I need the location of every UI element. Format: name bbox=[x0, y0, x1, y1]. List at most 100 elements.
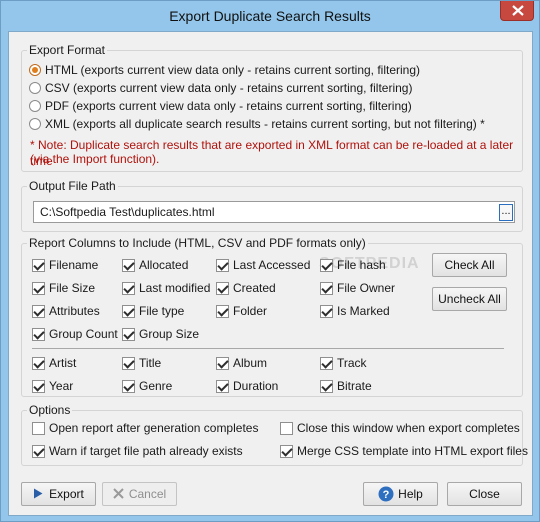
radio-xml-indicator[interactable] bbox=[29, 118, 41, 130]
x-icon bbox=[113, 488, 124, 499]
col-title[interactable]: Title bbox=[122, 356, 161, 370]
col-genre-label: Genre bbox=[139, 379, 173, 393]
col-created-checkbox[interactable] bbox=[216, 281, 229, 295]
export-button-label: Export bbox=[49, 487, 84, 501]
col-bitrate-checkbox[interactable] bbox=[320, 379, 333, 393]
col-filename-checkbox[interactable] bbox=[32, 258, 45, 272]
radio-csv-indicator[interactable] bbox=[29, 82, 41, 94]
col-file-hash-checkbox[interactable] bbox=[320, 258, 333, 272]
col-file-size[interactable]: File Size bbox=[32, 281, 95, 295]
col-created-label: Created bbox=[233, 281, 276, 295]
col-group-size[interactable]: Group Size bbox=[122, 327, 199, 341]
output-file-label: Output File Path bbox=[27, 179, 118, 193]
help-button-label: Help bbox=[398, 487, 423, 501]
col-title-label: Title bbox=[139, 356, 162, 370]
col-duration[interactable]: Duration bbox=[216, 379, 278, 393]
opt-warn-exists-label: Warn if target file path already exists bbox=[49, 444, 243, 458]
output-file-path-input[interactable]: C:\Softpedia Test\duplicates.html ... bbox=[33, 201, 515, 223]
radio-xml[interactable]: XML (exports all duplicate search result… bbox=[29, 117, 485, 131]
uncheck-all-button[interactable]: Uncheck All bbox=[432, 287, 507, 311]
opt-warn-exists-checkbox[interactable] bbox=[32, 444, 45, 458]
col-file-owner-label: File Owner bbox=[337, 281, 396, 295]
col-artist[interactable]: Artist bbox=[32, 356, 76, 370]
col-file-type[interactable]: File type bbox=[122, 304, 184, 318]
col-file-hash[interactable]: File hash bbox=[320, 258, 386, 272]
help-button[interactable]: ? Help bbox=[363, 482, 438, 506]
browse-button[interactable]: ... bbox=[499, 204, 513, 221]
col-track[interactable]: Track bbox=[320, 356, 367, 370]
col-bitrate[interactable]: Bitrate bbox=[320, 379, 372, 393]
col-group-size-label: Group Size bbox=[139, 327, 200, 341]
col-duration-label: Duration bbox=[233, 379, 279, 393]
opt-open-report-label: Open report after generation completes bbox=[49, 421, 259, 435]
opt-merge-css-checkbox[interactable] bbox=[280, 444, 293, 458]
col-is-marked-checkbox[interactable] bbox=[320, 304, 333, 318]
col-is-marked-label: Is Marked bbox=[337, 304, 390, 318]
col-year-checkbox[interactable] bbox=[32, 379, 45, 393]
opt-close-window[interactable]: Close this window when export completes bbox=[280, 421, 520, 435]
cancel-button[interactable]: Cancel bbox=[102, 482, 177, 506]
col-allocated[interactable]: Allocated bbox=[122, 258, 188, 272]
col-last-accessed[interactable]: Last Accessed bbox=[216, 258, 310, 272]
dialog-window: Export Duplicate Search Results Export F… bbox=[0, 0, 540, 522]
col-file-hash-label: File hash bbox=[337, 258, 386, 272]
col-file-owner-checkbox[interactable] bbox=[320, 281, 333, 295]
col-attributes[interactable]: Attributes bbox=[32, 304, 100, 318]
col-last-modified-checkbox[interactable] bbox=[122, 281, 135, 295]
col-last-accessed-checkbox[interactable] bbox=[216, 258, 229, 272]
col-title-checkbox[interactable] bbox=[122, 356, 135, 370]
close-button[interactable]: Close bbox=[447, 482, 522, 506]
col-created[interactable]: Created bbox=[216, 281, 276, 295]
col-album[interactable]: Album bbox=[216, 356, 267, 370]
col-file-type-checkbox[interactable] bbox=[122, 304, 135, 318]
radio-html[interactable]: HTML (exports current view data only - r… bbox=[29, 63, 420, 77]
opt-open-report[interactable]: Open report after generation completes bbox=[32, 421, 258, 435]
radio-pdf[interactable]: PDF (exports current view data only - re… bbox=[29, 99, 412, 113]
col-genre-checkbox[interactable] bbox=[122, 379, 135, 393]
col-artist-checkbox[interactable] bbox=[32, 356, 45, 370]
col-bitrate-label: Bitrate bbox=[337, 379, 372, 393]
col-file-size-checkbox[interactable] bbox=[32, 281, 45, 295]
col-folder[interactable]: Folder bbox=[216, 304, 267, 318]
radio-html-indicator[interactable] bbox=[29, 64, 41, 76]
window-close-button[interactable] bbox=[500, 1, 534, 21]
xml-note-line2: (via the Import function). bbox=[30, 152, 160, 166]
radio-csv[interactable]: CSV (exports current view data only - re… bbox=[29, 81, 412, 95]
question-icon: ? bbox=[378, 486, 394, 502]
opt-warn-exists[interactable]: Warn if target file path already exists bbox=[32, 444, 243, 458]
export-button[interactable]: Export bbox=[21, 482, 96, 506]
col-file-type-label: File type bbox=[139, 304, 185, 318]
col-group-count[interactable]: Group Count bbox=[32, 327, 118, 341]
col-genre[interactable]: Genre bbox=[122, 379, 172, 393]
col-last-modified-label: Last modified bbox=[139, 281, 211, 295]
check-all-button[interactable]: Check All bbox=[432, 253, 507, 277]
col-group-size-checkbox[interactable] bbox=[122, 327, 135, 341]
col-folder-checkbox[interactable] bbox=[216, 304, 229, 318]
col-last-modified[interactable]: Last modified bbox=[122, 281, 210, 295]
col-album-checkbox[interactable] bbox=[216, 356, 229, 370]
col-track-label: Track bbox=[337, 356, 367, 370]
col-filename-label: Filename bbox=[49, 258, 99, 272]
columns-separator bbox=[32, 348, 504, 349]
options-label: Options bbox=[27, 403, 73, 417]
opt-merge-css[interactable]: Merge CSS template into HTML export file… bbox=[280, 444, 528, 458]
radio-pdf-indicator[interactable] bbox=[29, 100, 41, 112]
output-file-path-value: C:\Softpedia Test\duplicates.html bbox=[40, 205, 215, 219]
col-attributes-checkbox[interactable] bbox=[32, 304, 45, 318]
col-filename[interactable]: Filename bbox=[32, 258, 98, 272]
col-duration-checkbox[interactable] bbox=[216, 379, 229, 393]
opt-open-report-checkbox[interactable] bbox=[32, 421, 45, 435]
radio-html-label: HTML (exports current view data only - r… bbox=[45, 63, 421, 77]
col-file-owner[interactable]: File Owner bbox=[320, 281, 395, 295]
opt-close-window-checkbox[interactable] bbox=[280, 421, 293, 435]
play-arrow-icon bbox=[34, 488, 43, 499]
col-group-count-checkbox[interactable] bbox=[32, 327, 45, 341]
col-last-accessed-label: Last Accessed bbox=[233, 258, 311, 272]
col-track-checkbox[interactable] bbox=[320, 356, 333, 370]
col-is-marked[interactable]: Is Marked bbox=[320, 304, 390, 318]
title-bar: Export Duplicate Search Results bbox=[1, 1, 539, 31]
col-file-size-label: File Size bbox=[49, 281, 96, 295]
col-allocated-checkbox[interactable] bbox=[122, 258, 135, 272]
col-year[interactable]: Year bbox=[32, 379, 73, 393]
col-attributes-label: Attributes bbox=[49, 304, 100, 318]
